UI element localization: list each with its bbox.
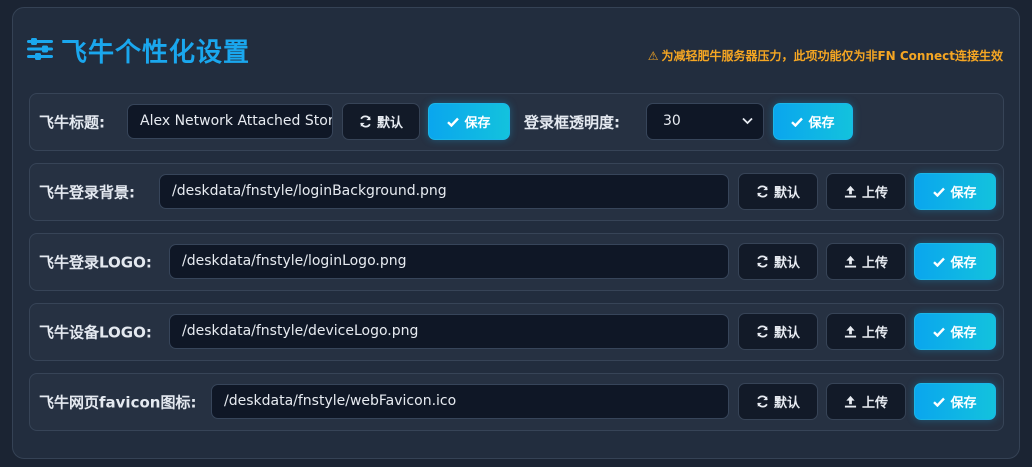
save-label: 保存 — [950, 256, 977, 271]
chevron-down-icon — [742, 117, 753, 125]
login-background-label: 飞牛登录背景: — [39, 183, 135, 202]
refresh-icon — [757, 325, 768, 338]
warning-icon: ⚠ — [647, 49, 659, 63]
title-default-label: 默认 — [376, 116, 403, 131]
panel-header: 飞牛个性化设置 ⚠ 为减轻肥牛服务器压力，此项功能仅为非FN Connect连接生… — [27, 30, 1003, 70]
check-icon — [447, 117, 460, 127]
favicon-row: 飞牛网页favicon图标: /deskdata/fnstyle/webFavi… — [29, 373, 1004, 431]
favicon-upload-button[interactable]: 上传 — [826, 383, 906, 420]
warning-notice: ⚠ 为减轻肥牛服务器压力，此项功能仅为非FN Connect连接生效 — [648, 47, 1003, 64]
upload-label: 上传 — [861, 256, 888, 271]
default-label: 默认 — [773, 396, 800, 411]
login-logo-default-button[interactable]: 默认 — [738, 243, 818, 280]
save-label: 保存 — [950, 326, 977, 341]
upload-label: 上传 — [861, 186, 888, 201]
login-logo-save-button[interactable]: 保存 — [914, 243, 996, 280]
login-background-input[interactable]: /deskdata/fnstyle/loginBackground.png — [159, 174, 729, 209]
device-logo-save-button[interactable]: 保存 — [914, 313, 996, 350]
upload-icon — [844, 325, 857, 338]
login-logo-input[interactable]: /deskdata/fnstyle/loginLogo.png — [169, 244, 729, 279]
save-label: 保存 — [950, 396, 977, 411]
login-background-default-button[interactable]: 默认 — [738, 173, 818, 210]
title-save-button[interactable]: 保存 — [428, 103, 510, 140]
device-logo-label: 飞牛设备LOGO: — [39, 323, 152, 342]
favicon-save-button[interactable]: 保存 — [914, 383, 996, 420]
default-label: 默认 — [773, 256, 800, 271]
refresh-icon — [757, 185, 768, 198]
check-icon — [791, 117, 804, 127]
title-label: 飞牛标题: — [39, 113, 105, 132]
device-logo-default-button[interactable]: 默认 — [738, 313, 818, 350]
default-label: 默认 — [773, 186, 800, 201]
upload-icon — [844, 395, 857, 408]
refresh-icon — [360, 115, 371, 128]
opacity-value: 30 — [663, 113, 681, 129]
opacity-save-label: 保存 — [808, 116, 835, 131]
upload-icon — [844, 185, 857, 198]
device-logo-input[interactable]: /deskdata/fnstyle/deviceLogo.png — [169, 314, 729, 349]
title-input[interactable]: Alex Network Attached Storage — [127, 104, 333, 139]
title-save-label: 保存 — [464, 116, 491, 131]
check-icon — [933, 257, 946, 267]
warning-text: 为减轻肥牛服务器压力，此项功能仅为非FN Connect连接生效 — [661, 49, 1003, 63]
title-setting-row: 飞牛标题: Alex Network Attached Storage 默认 保… — [29, 93, 1004, 151]
favicon-label: 飞牛网页favicon图标: — [39, 393, 197, 412]
opacity-select[interactable]: 30 — [646, 103, 764, 140]
device-logo-upload-button[interactable]: 上传 — [826, 313, 906, 350]
check-icon — [933, 187, 946, 197]
login-background-upload-button[interactable]: 上传 — [826, 173, 906, 210]
sliders-icon — [27, 38, 53, 60]
opacity-save-button[interactable]: 保存 — [773, 103, 853, 140]
save-label: 保存 — [950, 186, 977, 201]
opacity-label: 登录框透明度: — [524, 113, 620, 132]
check-icon — [933, 397, 946, 407]
login-background-row: 飞牛登录背景: /deskdata/fnstyle/loginBackgroun… — [29, 163, 1004, 221]
refresh-icon — [757, 395, 768, 408]
favicon-input[interactable]: /deskdata/fnstyle/webFavicon.ico — [211, 384, 729, 419]
favicon-default-button[interactable]: 默认 — [738, 383, 818, 420]
login-background-save-button[interactable]: 保存 — [914, 173, 996, 210]
login-logo-upload-button[interactable]: 上传 — [826, 243, 906, 280]
refresh-icon — [757, 255, 768, 268]
login-logo-row: 飞牛登录LOGO: /deskdata/fnstyle/loginLogo.pn… — [29, 233, 1004, 291]
device-logo-row: 飞牛设备LOGO: /deskdata/fnstyle/deviceLogo.p… — [29, 303, 1004, 361]
upload-label: 上传 — [861, 326, 888, 341]
upload-label: 上传 — [861, 396, 888, 411]
page-title: 飞牛个性化设置 — [61, 38, 251, 68]
default-label: 默认 — [773, 326, 800, 341]
title-default-button[interactable]: 默认 — [342, 103, 420, 140]
login-logo-label: 飞牛登录LOGO: — [39, 253, 152, 272]
settings-panel: 飞牛个性化设置 ⚠ 为减轻肥牛服务器压力，此项功能仅为非FN Connect连接生… — [12, 7, 1020, 459]
upload-icon — [844, 255, 857, 268]
check-icon — [933, 327, 946, 337]
